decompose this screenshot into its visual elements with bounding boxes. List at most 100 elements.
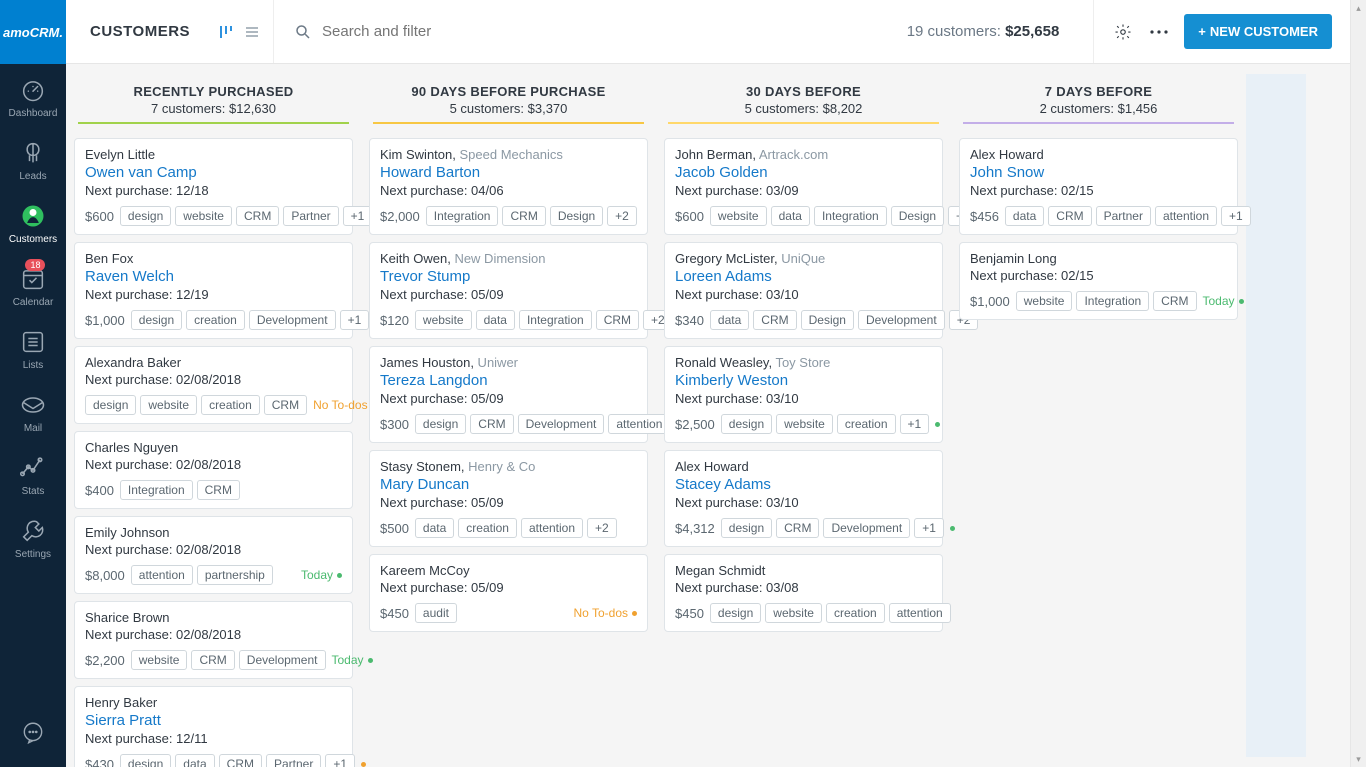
tag[interactable]: attention [131, 565, 193, 585]
scroll-up-icon[interactable]: ▴ [1351, 0, 1366, 16]
pipeline-view-icon[interactable] [217, 23, 235, 41]
scroll-down-icon[interactable]: ▾ [1351, 751, 1366, 767]
tag[interactable]: +1 [900, 414, 930, 434]
tag[interactable]: Development [239, 650, 326, 670]
tag[interactable]: Design [550, 206, 603, 226]
tag[interactable]: design [415, 414, 466, 434]
tag[interactable]: +1 [340, 310, 370, 330]
tag[interactable]: CRM [470, 414, 513, 434]
customer-name-link[interactable]: Kimberly Weston [675, 372, 932, 389]
tag[interactable]: Integration [426, 206, 499, 226]
tag[interactable]: +1 [1221, 206, 1251, 226]
tag[interactable]: +2 [607, 206, 637, 226]
tag[interactable]: +2 [587, 518, 617, 538]
customer-card[interactable]: Alex HowardJohn SnowNext purchase: 02/15… [959, 138, 1238, 235]
tag[interactable]: Integration [519, 310, 592, 330]
tag[interactable]: data [771, 206, 810, 226]
tag[interactable]: Design [801, 310, 854, 330]
tag[interactable]: design [120, 754, 171, 767]
customer-card[interactable]: James Houston, UniwerTereza LangdonNext … [369, 346, 648, 443]
tag[interactable]: +1 [325, 754, 355, 767]
tag[interactable]: CRM [776, 518, 819, 538]
tag[interactable]: partnership [197, 565, 273, 585]
customer-card[interactable]: Megan SchmidtNext purchase: 03/08$450des… [664, 554, 943, 632]
sidebar-item-leads[interactable]: Leads [9, 127, 58, 190]
tag[interactable]: Development [823, 518, 910, 538]
customer-name-link[interactable]: Loreen Adams [675, 268, 932, 285]
sidebar-item-lists[interactable]: Lists [9, 316, 58, 379]
customer-card[interactable]: Benjamin LongNext purchase: 02/15$1,000w… [959, 242, 1238, 320]
sidebar-item-settings[interactable]: Settings [9, 505, 58, 568]
tag[interactable]: CRM [1153, 291, 1196, 311]
customer-card[interactable]: Evelyn LittleOwen van CampNext purchase:… [74, 138, 353, 235]
customer-card[interactable]: Kim Swinton, Speed MechanicsHoward Barto… [369, 138, 648, 235]
customer-card[interactable]: Ben FoxRaven WelchNext purchase: 12/19$1… [74, 242, 353, 339]
sidebar-item-stats[interactable]: Stats [9, 442, 58, 505]
customer-name-link[interactable]: Trevor Stump [380, 268, 637, 285]
customer-card[interactable]: Keith Owen, New DimensionTrevor StumpNex… [369, 242, 648, 339]
tag[interactable]: Development [858, 310, 945, 330]
tag[interactable]: Development [249, 310, 336, 330]
tag[interactable]: attention [608, 414, 670, 434]
customer-name-link[interactable]: Tereza Langdon [380, 372, 637, 389]
tag[interactable]: CRM [219, 754, 262, 767]
customer-name-link[interactable]: Stacey Adams [675, 476, 932, 493]
gear-icon[interactable] [1112, 21, 1134, 43]
tag[interactable]: CRM [264, 395, 307, 415]
tag[interactable]: website [710, 206, 767, 226]
more-icon[interactable] [1148, 21, 1170, 43]
tag[interactable]: attention [889, 603, 951, 623]
customer-name-link[interactable]: Sierra Pratt [85, 712, 342, 729]
tag[interactable]: data [476, 310, 515, 330]
tag[interactable]: CRM [1048, 206, 1091, 226]
tag[interactable]: Development [518, 414, 605, 434]
tag[interactable]: creation [458, 518, 517, 538]
tag[interactable]: data [415, 518, 454, 538]
customer-name-link[interactable]: Jacob Golden [675, 164, 932, 181]
tag[interactable]: website [131, 650, 188, 670]
tag[interactable]: Design [891, 206, 944, 226]
tag[interactable]: Partner [1096, 206, 1151, 226]
customer-name-link[interactable]: Owen van Camp [85, 164, 342, 181]
customer-card[interactable]: Charles NguyenNext purchase: 02/08/2018$… [74, 431, 353, 509]
tag[interactable]: website [765, 603, 822, 623]
tag[interactable]: audit [415, 603, 457, 623]
tag[interactable]: +1 [343, 206, 373, 226]
customer-card[interactable]: Alex HowardStacey AdamsNext purchase: 03… [664, 450, 943, 547]
tag[interactable]: CRM [191, 650, 234, 670]
tag[interactable]: design [721, 414, 772, 434]
customer-card[interactable]: Ronald Weasley, Toy StoreKimberly Weston… [664, 346, 943, 443]
tag[interactable]: data [710, 310, 749, 330]
customer-card[interactable]: Emily JohnsonNext purchase: 02/08/2018$8… [74, 516, 353, 594]
tag[interactable]: design [710, 603, 761, 623]
list-view-icon[interactable] [243, 23, 261, 41]
tag[interactable]: website [175, 206, 232, 226]
tag[interactable]: design [120, 206, 171, 226]
kanban-board[interactable]: RECENTLY PURCHASED7 customers: $12,630Ev… [66, 64, 1350, 767]
tag[interactable]: website [415, 310, 472, 330]
vertical-scrollbar[interactable]: ▴ ▾ [1350, 0, 1366, 767]
customer-card[interactable]: Stasy Stonem, Henry & CoMary DuncanNext … [369, 450, 648, 547]
tag[interactable]: CRM [197, 480, 240, 500]
tag[interactable]: design [721, 518, 772, 538]
tag[interactable]: design [131, 310, 182, 330]
tag[interactable]: data [1005, 206, 1044, 226]
tag[interactable]: website [1016, 291, 1073, 311]
chat-button[interactable] [0, 703, 66, 767]
customer-name-link[interactable]: Raven Welch [85, 268, 342, 285]
customer-card[interactable]: Gregory McLister, UniQueLoreen AdamsNext… [664, 242, 943, 339]
tag[interactable]: data [175, 754, 214, 767]
tag[interactable]: Partner [266, 754, 321, 767]
customer-card[interactable]: Alexandra BakerNext purchase: 02/08/2018… [74, 346, 353, 424]
customer-card[interactable]: Henry BakerSierra PrattNext purchase: 12… [74, 686, 353, 767]
tag[interactable]: +1 [914, 518, 944, 538]
tag[interactable]: attention [1155, 206, 1217, 226]
tag[interactable]: creation [201, 395, 260, 415]
tag[interactable]: Integration [120, 480, 193, 500]
tag[interactable]: CRM [502, 206, 545, 226]
tag[interactable]: CRM [596, 310, 639, 330]
search-input[interactable] [322, 23, 897, 40]
sidebar-item-mail[interactable]: Mail [9, 379, 58, 442]
tag[interactable]: CRM [753, 310, 796, 330]
tag[interactable]: Integration [814, 206, 887, 226]
